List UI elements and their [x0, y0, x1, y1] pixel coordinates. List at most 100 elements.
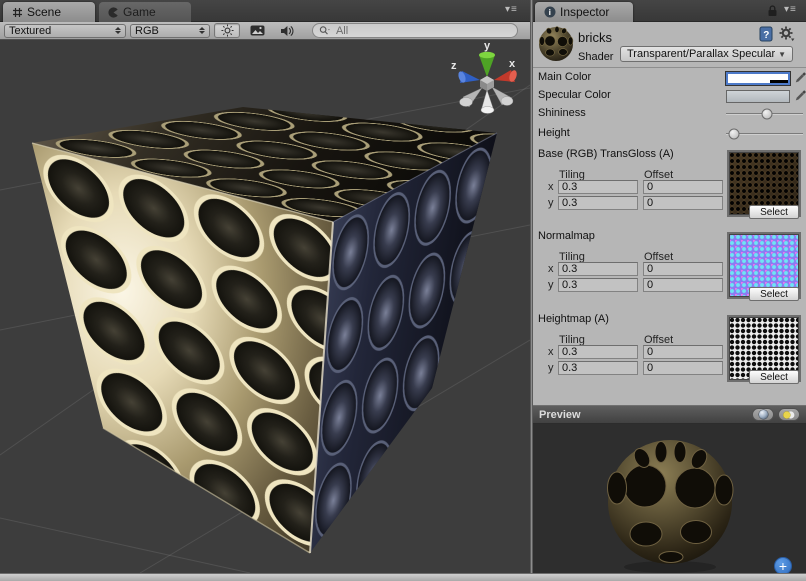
grid-icon [12, 7, 23, 18]
scene-tabstrip: Scene Game ▾≡ [0, 0, 530, 22]
material-preview-sphere [533, 424, 806, 573]
heightmap-offset-x-field[interactable] [643, 345, 723, 359]
base-offset-y-field[interactable] [643, 196, 723, 210]
inspector-pane-menu-icon[interactable]: ▾≡ [784, 4, 797, 15]
tab-game-label: Game [123, 5, 156, 19]
lock-icon[interactable] [767, 5, 778, 17]
scene-fx-toggle[interactable] [244, 23, 270, 38]
preview-shape-button[interactable] [752, 408, 774, 421]
y-axis-label: y [548, 362, 554, 374]
svg-text:i: i [549, 7, 551, 17]
gizmo-x-label: x [509, 58, 516, 70]
scene-3d-render: y x z [0, 40, 530, 573]
heightmap-tiling-y-field[interactable] [558, 361, 638, 375]
info-icon: i [544, 6, 556, 18]
x-axis-label: x [548, 346, 554, 358]
orientation-gizmo[interactable]: y x z [451, 40, 518, 114]
tab-game[interactable]: Game [99, 2, 191, 22]
inspector-tabstrip: i Inspector ▾≡ [533, 0, 806, 22]
tab-inspector[interactable]: i Inspector [535, 2, 633, 22]
specular-color-label: Specular Color [538, 89, 611, 101]
base-texture-section: Base (RGB) TransGloss (A) Tiling Offset … [533, 148, 806, 231]
section-title: Base (RGB) TransGloss (A) [538, 148, 674, 160]
heightmap-tiling-x-field[interactable] [558, 345, 638, 359]
normalmap-section: Normalmap Tiling Offset x y Select [533, 230, 806, 313]
unity-editor-window: Scene Game ▾≡ Textured RGB [0, 0, 806, 581]
main-color-swatch[interactable] [726, 72, 790, 85]
gizmo-z-axis[interactable]: z [451, 60, 480, 84]
material-name: bricks [578, 30, 612, 45]
normalmap-offset-y-field[interactable] [643, 278, 723, 292]
specular-color-swatch[interactable] [726, 90, 790, 103]
image-icon [250, 25, 265, 36]
normalmap-offset-x-field[interactable] [643, 262, 723, 276]
normalmap-select-button[interactable]: Select [749, 287, 799, 301]
color-channel-dropdown[interactable]: RGB [130, 24, 210, 38]
heightmap-select-button[interactable]: Select [749, 370, 799, 384]
scene-cube[interactable] [32, 107, 497, 553]
game-icon [108, 7, 119, 18]
preview-header[interactable]: Preview [533, 405, 806, 424]
base-tiling-x-field[interactable] [558, 180, 638, 194]
eyedropper-icon[interactable] [794, 71, 806, 85]
render-mode-value: Textured [9, 25, 109, 37]
shininess-slider[interactable] [726, 106, 803, 122]
y-axis-label: y [548, 197, 554, 209]
scene-audio-toggle[interactable] [274, 23, 300, 38]
specular-color-row: Specular Color [533, 88, 806, 104]
scene-viewport[interactable]: y x z [0, 40, 530, 573]
gizmo-negative-cones [460, 87, 514, 114]
svg-text:?: ? [763, 30, 769, 41]
preview-lighting-button[interactable] [778, 408, 800, 421]
shader-dropdown[interactable]: Transparent/Parallax Specular ▼ [620, 46, 793, 62]
sun-icon [221, 24, 234, 37]
base-texture-select-button[interactable]: Select [749, 205, 799, 219]
height-slider-handle[interactable] [729, 129, 740, 140]
section-title: Heightmap (A) [538, 313, 609, 325]
main-color-label: Main Color [538, 71, 591, 83]
y-axis-label: y [548, 279, 554, 291]
speaker-icon [280, 25, 294, 37]
eyedropper-icon[interactable] [794, 89, 806, 103]
gizmo-y-label: y [484, 40, 491, 52]
shader-value: Transparent/Parallax Specular [627, 48, 775, 60]
lights-icon [782, 410, 796, 420]
shininess-label: Shininess [538, 107, 586, 119]
gizmo-z-label: z [451, 60, 457, 72]
gizmo-y-axis[interactable]: y [479, 40, 495, 77]
sphere-icon [758, 409, 769, 420]
preview-viewport[interactable]: + [533, 424, 806, 573]
scene-search-input[interactable] [334, 24, 511, 38]
gizmo-x-axis[interactable]: x [494, 58, 518, 83]
heightmap-section: Heightmap (A) Tiling Offset x y Select [533, 313, 806, 396]
gear-icon[interactable] [779, 26, 795, 42]
tab-scene-label: Scene [27, 5, 61, 19]
chevron-down-icon: ▼ [778, 50, 786, 59]
base-tiling-y-field[interactable] [558, 196, 638, 210]
shininess-slider-handle[interactable] [761, 109, 772, 120]
shininess-row: Shininess [533, 106, 806, 122]
scene-search[interactable] [312, 23, 518, 38]
height-slider[interactable] [726, 126, 803, 142]
x-axis-label: x [548, 181, 554, 193]
scene-lighting-toggle[interactable] [214, 23, 240, 38]
inspector-pane: i Inspector ▾≡ [533, 0, 806, 573]
heightmap-offset-y-field[interactable] [643, 361, 723, 375]
tab-inspector-label: Inspector [560, 5, 609, 19]
normalmap-tiling-y-field[interactable] [558, 278, 638, 292]
normalmap-tiling-x-field[interactable] [558, 262, 638, 276]
section-title: Normalmap [538, 230, 595, 242]
scene-pane-menu-icon[interactable]: ▾≡ [505, 4, 518, 15]
shader-label: Shader [578, 51, 613, 63]
height-row: Height [533, 126, 806, 142]
base-offset-x-field[interactable] [643, 180, 723, 194]
tab-scene[interactable]: Scene [3, 2, 95, 22]
render-mode-dropdown[interactable]: Textured [4, 24, 126, 38]
x-axis-label: x [548, 263, 554, 275]
color-channel-value: RGB [135, 25, 193, 37]
help-icon[interactable]: ? [759, 26, 774, 42]
status-bar [0, 573, 806, 581]
gizmo-center-cube[interactable] [480, 76, 494, 91]
main-color-row: Main Color [533, 70, 806, 86]
height-label: Height [538, 127, 570, 139]
